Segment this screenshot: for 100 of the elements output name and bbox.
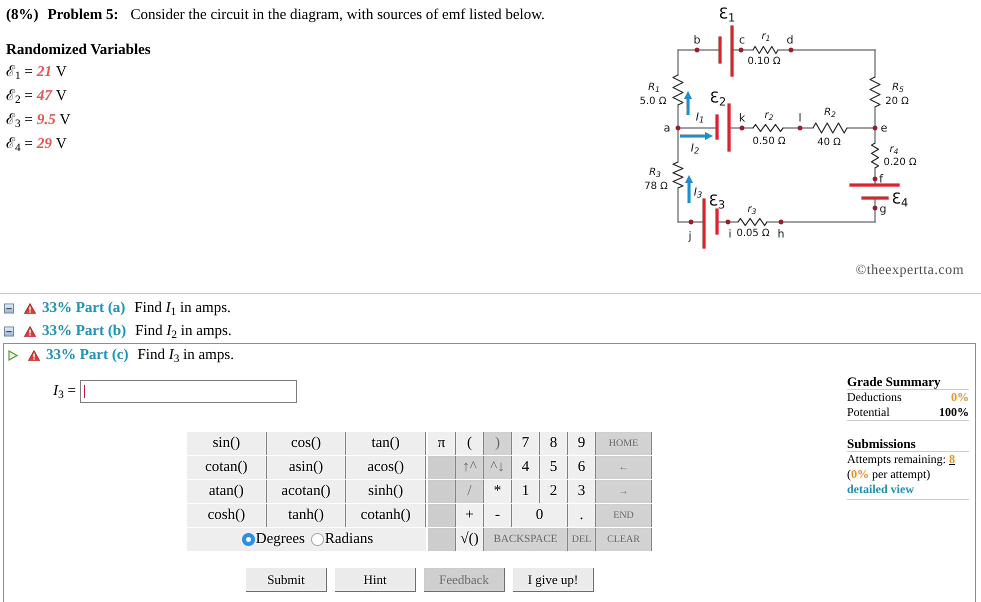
keypad-key[interactable]: * [484,480,512,503]
keypad-key[interactable]: 2 [540,480,568,503]
function-key[interactable]: acotan() [266,480,346,503]
resistor-label: R$_{2}$ [824,108,836,118]
current-arrow [680,132,713,140]
variable-value: 47 [36,87,52,106]
problem-title: Problem 5: [48,6,118,25]
keypad-key[interactable]: 5 [540,456,568,479]
node-label: b [694,34,700,46]
function-key[interactable]: cotanh() [346,504,426,527]
keypad-key[interactable]: - [484,504,512,527]
node-label: e [880,122,888,134]
per-attempt-note: (0% per attempt) [847,467,932,482]
keypad-key[interactable]: 8 [540,432,568,455]
function-key[interactable]: sinh() [346,480,426,503]
current-label: I$_{1}$ [696,112,704,122]
node-dot [788,48,794,52]
node-dot [798,126,802,130]
warning-icon [24,326,36,337]
resistance-value: 0.05 Ω [736,229,770,239]
resistor-label: r$_{3}$ [748,205,756,215]
variable-value: 29 [36,135,52,154]
summary-value: 0% [951,390,969,405]
node-dot [740,126,744,130]
variable-unit: V [56,87,67,106]
function-key[interactable]: tanh() [266,504,346,527]
blank-key [428,528,456,551]
function-key[interactable]: cos() [266,432,346,455]
resistance-value: 0.50 Ω [752,137,786,147]
submissions-title: Submissions [847,436,969,452]
keypad-key[interactable]: √() [456,528,484,551]
emf-label: Ɛ$_{3}$ [708,194,726,208]
action-button[interactable]: Hint [335,568,416,592]
keypad-key[interactable]: + [456,504,484,527]
keypad-key[interactable]: . [568,504,596,527]
variable-value: 21 [36,63,52,82]
function-key[interactable]: cotan() [187,456,267,479]
node-label: i [728,228,732,240]
keypad-key[interactable]: 9 [568,432,596,455]
node-label: c [738,34,746,46]
keypad-key[interactable]: 6 [568,456,596,479]
variable-symbol: ℰ$_{3}$ = [6,111,33,132]
action-button[interactable]: I give up! [513,568,594,592]
blank-key [428,456,456,479]
node-dot [778,220,784,224]
collapsed-square-icon[interactable] [4,326,14,337]
emf-label: Ɛ$_{2}$ [710,90,726,106]
node-dot [872,176,878,182]
function-key[interactable]: acos() [346,456,426,479]
collapsed-square-icon[interactable] [4,303,14,314]
resistance-value: 78 Ω [644,182,668,192]
keypad-key[interactable]: 1 [512,480,540,503]
radio-label: Degrees [256,530,305,550]
keypad-key[interactable]: π [428,432,456,455]
node-dot [694,48,700,52]
keypad-key[interactable]: ( [456,432,484,455]
attempts-label: Attempts remaining: [847,452,946,467]
part-prompt: Find I$_{1}$ in amps. [134,299,231,320]
node-label: a [664,122,670,134]
resistor [738,218,768,226]
current-arrow [684,91,692,115]
function-key[interactable]: atan() [187,480,267,503]
resistor [672,161,684,189]
action-button[interactable]: Submit [246,568,327,592]
emf-label: Ɛ$_{4}$ [892,192,908,206]
node-label: l [798,112,802,124]
resistor-label: r$_{4}$ [890,145,898,155]
resistance-value: 20 Ω [885,97,909,107]
resistor-label: R$_{1}$ [648,83,660,93]
resistance-value: 0.20 Ω [883,158,917,168]
function-key[interactable]: asin() [266,456,346,479]
keypad-key[interactable]: 7 [512,432,540,455]
function-key[interactable]: sin() [187,432,267,455]
node-label: g [880,204,886,214]
summary-label: Potential [847,405,890,420]
radio-button[interactable] [310,533,324,546]
resistor [870,142,880,169]
resistance-value: 0.10 Ω [747,57,781,67]
resistor [672,74,684,106]
variable-unit: V [60,111,70,130]
function-key[interactable]: tan() [346,432,426,455]
radio-button[interactable] [242,533,255,546]
resistor [752,124,784,132]
node-label: d [786,34,794,46]
triangle-right-icon[interactable] [8,350,18,361]
radio-label: Radians [324,530,374,550]
answer-label: I$_{3}$ = [52,382,76,403]
variables-title: Randomized Variables [6,41,152,60]
variable-symbol: ℰ$_{1}$ = [6,63,33,84]
function-key[interactable]: cosh() [187,504,267,527]
copyright-notice: ©theexpertta.com [856,262,964,280]
resistor [752,46,779,54]
resistor-label: R$_{3}$ [649,168,661,178]
answer-field[interactable] [80,380,297,403]
keypad-key[interactable]: 3 [568,480,596,503]
node-label: h [778,228,784,240]
attempts-count: 8 [948,452,955,467]
keypad-key[interactable]: 4 [512,456,540,479]
current-arrow [685,175,693,203]
keypad-key[interactable]: 0 [512,504,568,527]
